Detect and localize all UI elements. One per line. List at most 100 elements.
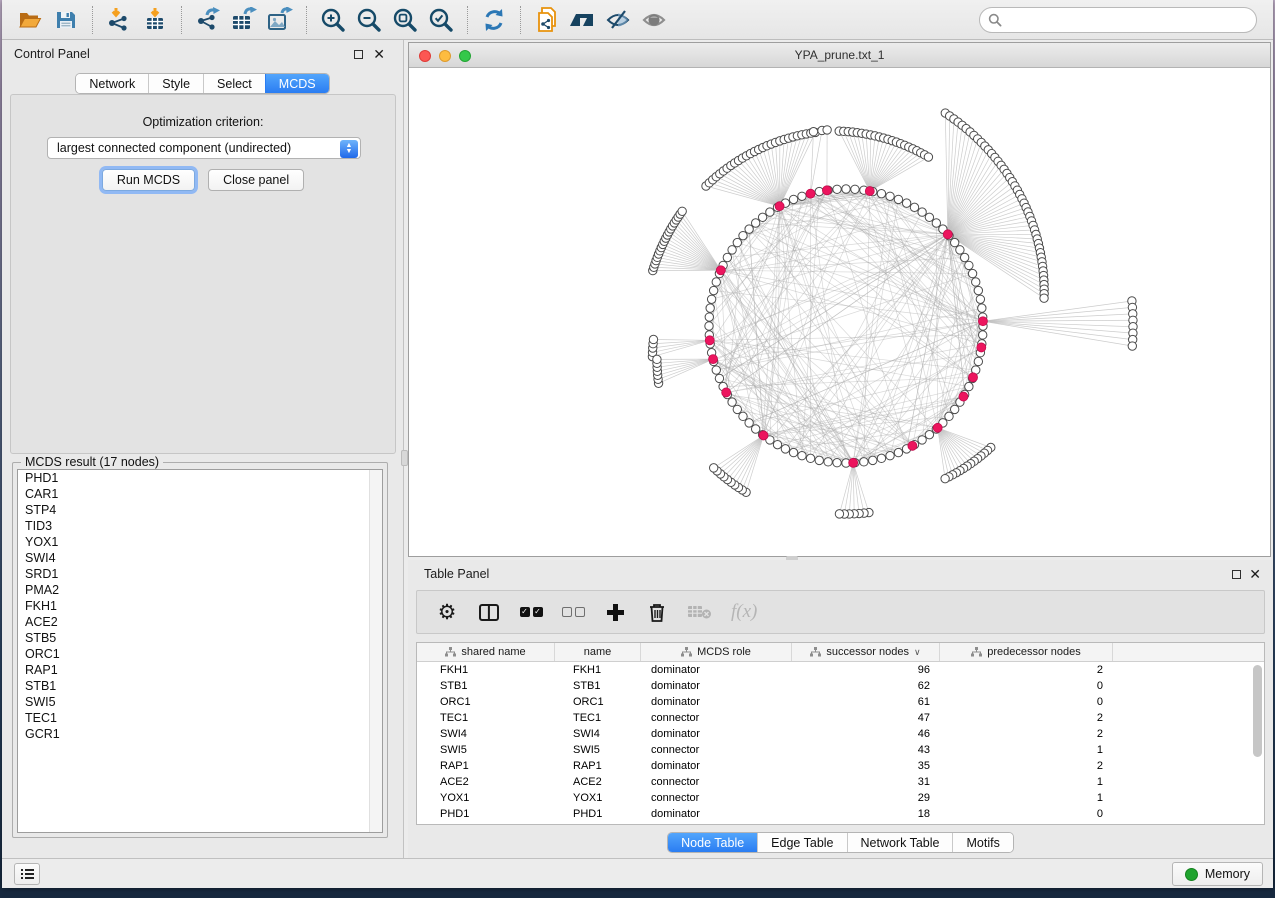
search-input[interactable] xyxy=(979,7,1257,33)
table-row[interactable]: STB1STB1dominator620 xyxy=(417,678,1264,694)
run-mcds-button[interactable]: Run MCDS xyxy=(102,169,195,191)
column-header-predecessor-nodes[interactable]: predecessor nodes xyxy=(940,643,1113,661)
tab-style[interactable]: Style xyxy=(148,74,203,93)
mcds-result-item[interactable]: YOX1 xyxy=(18,534,382,550)
table-cell: STB1 xyxy=(417,678,555,694)
close-panel-button[interactable]: Close panel xyxy=(208,169,304,191)
tab-motifs[interactable]: Motifs xyxy=(952,833,1012,852)
table-cell: connector xyxy=(641,790,792,806)
vertical-splitter-handle[interactable] xyxy=(401,450,408,466)
table-scrollbar[interactable] xyxy=(1252,663,1263,823)
table-cell: 1 xyxy=(940,774,1113,790)
mcds-result-item[interactable]: CAR1 xyxy=(18,486,382,502)
zoom-out-icon[interactable] xyxy=(351,4,387,36)
mcds-list-scrollbar[interactable] xyxy=(369,470,382,832)
close-table-panel-icon[interactable]: ✕ xyxy=(1249,565,1261,583)
column-header-name[interactable]: name xyxy=(555,643,641,661)
column-type-icon xyxy=(971,647,982,657)
table-row[interactable]: SWI4SWI4dominator462 xyxy=(417,726,1264,742)
close-panel-icon[interactable]: ✕ xyxy=(373,45,385,63)
table-cell: FKH1 xyxy=(555,662,641,678)
mcds-result-item[interactable]: RAP1 xyxy=(18,662,382,678)
table-row[interactable]: RAP1RAP1dominator352 xyxy=(417,758,1264,774)
import-network-icon[interactable] xyxy=(101,4,137,36)
column-header-MCDS-role[interactable]: MCDS role xyxy=(641,643,792,661)
hide-selected-icon[interactable] xyxy=(601,4,637,36)
table-settings-gear-icon[interactable]: ⚙ xyxy=(435,597,459,627)
table-cell: connector xyxy=(641,710,792,726)
sort-desc-icon: ∨ xyxy=(914,647,921,658)
delete-column-icon[interactable] xyxy=(645,597,669,627)
import-table-icon[interactable] xyxy=(137,4,173,36)
table-row[interactable]: ACE2ACE2connector311 xyxy=(417,774,1264,790)
main-toolbar xyxy=(2,0,1273,40)
network-window-titlebar[interactable]: YPA_prune.txt_1 xyxy=(409,43,1270,68)
tab-node-table[interactable]: Node Table xyxy=(668,833,757,852)
table-cell: 2 xyxy=(940,758,1113,774)
optimization-criterion-select[interactable]: largest connected component (undirected)… xyxy=(47,137,361,159)
column-header-successor-nodes[interactable]: successor nodes∨ xyxy=(792,643,940,661)
task-history-button[interactable] xyxy=(14,863,40,885)
mcds-result-item[interactable]: TEC1 xyxy=(18,710,382,726)
mcds-result-item[interactable]: ACE2 xyxy=(18,614,382,630)
mcds-result-item[interactable]: PMA2 xyxy=(18,582,382,598)
table-cell: dominator xyxy=(641,806,792,822)
mcds-result-item[interactable]: ORC1 xyxy=(18,646,382,662)
column-header-label: predecessor nodes xyxy=(987,646,1081,658)
network-graph[interactable] xyxy=(409,68,1270,556)
clone-network-icon[interactable] xyxy=(529,4,565,36)
export-image-icon[interactable] xyxy=(262,4,298,36)
table-scrollbar-thumb[interactable] xyxy=(1253,665,1262,757)
select-all-rows-icon[interactable]: ✓✓ xyxy=(519,597,543,627)
table-cell: FKH1 xyxy=(417,662,555,678)
zoom-in-icon[interactable] xyxy=(315,4,351,36)
mcds-result-item[interactable]: TID3 xyxy=(18,518,382,534)
float-panel-icon[interactable] xyxy=(354,50,363,59)
tab-select[interactable]: Select xyxy=(203,74,265,93)
refresh-layout-icon[interactable] xyxy=(476,4,512,36)
table-row[interactable]: SWI5SWI5connector431 xyxy=(417,742,1264,758)
table-row[interactable]: ORC1ORC1dominator610 xyxy=(417,694,1264,710)
application-window: Control Panel ✕ NetworkStyleSelectMCDS O… xyxy=(2,0,1273,888)
float-table-panel-icon[interactable] xyxy=(1232,570,1241,579)
table-cell: 0 xyxy=(940,694,1113,710)
optimization-criterion-value: largest connected component (undirected) xyxy=(57,141,291,155)
status-bar: Memory xyxy=(2,858,1273,888)
mcds-result-list[interactable]: PHD1CAR1STP4TID3YOX1SWI4SRD1PMA2FKH1ACE2… xyxy=(17,469,383,833)
table-cell: dominator xyxy=(641,726,792,742)
mcds-result-item[interactable]: STP4 xyxy=(18,502,382,518)
add-column-icon[interactable] xyxy=(603,597,627,627)
network-canvas[interactable] xyxy=(409,68,1270,556)
open-file-icon[interactable] xyxy=(12,4,48,36)
table-row[interactable]: YOX1YOX1connector291 xyxy=(417,790,1264,806)
table-row[interactable]: PHD1PHD1dominator180 xyxy=(417,806,1264,822)
table-cell: RAP1 xyxy=(417,758,555,774)
deselect-all-rows-icon[interactable] xyxy=(561,597,585,627)
zoom-selected-icon[interactable] xyxy=(423,4,459,36)
table-row[interactable]: TEC1TEC1connector472 xyxy=(417,710,1264,726)
show-all-icon[interactable] xyxy=(637,4,673,36)
mcds-result-item[interactable]: GCR1 xyxy=(18,726,382,742)
save-session-icon[interactable] xyxy=(48,4,84,36)
mcds-result-item[interactable]: STB1 xyxy=(18,678,382,694)
export-network-icon[interactable] xyxy=(190,4,226,36)
show-columns-icon[interactable] xyxy=(477,597,501,627)
zoom-fit-icon[interactable] xyxy=(387,4,423,36)
search-network-icon[interactable] xyxy=(565,4,601,36)
table-cell: 2 xyxy=(940,662,1113,678)
tab-mcds[interactable]: MCDS xyxy=(265,74,329,93)
mcds-result-item[interactable]: STB5 xyxy=(18,630,382,646)
column-header-shared-name[interactable]: shared name xyxy=(417,643,555,661)
table-row[interactable]: FKH1FKH1dominator962 xyxy=(417,662,1264,678)
mcds-result-item[interactable]: SRD1 xyxy=(18,566,382,582)
export-table-icon[interactable] xyxy=(226,4,262,36)
tab-network[interactable]: Network xyxy=(76,74,148,93)
mcds-result-item[interactable]: SWI5 xyxy=(18,694,382,710)
mcds-result-item[interactable]: PHD1 xyxy=(18,470,382,486)
network-window-title: YPA_prune.txt_1 xyxy=(409,48,1270,62)
tab-network-table[interactable]: Network Table xyxy=(847,833,953,852)
mcds-result-item[interactable]: FKH1 xyxy=(18,598,382,614)
tab-edge-table[interactable]: Edge Table xyxy=(757,833,846,852)
memory-button[interactable]: Memory xyxy=(1172,862,1263,886)
mcds-result-item[interactable]: SWI4 xyxy=(18,550,382,566)
